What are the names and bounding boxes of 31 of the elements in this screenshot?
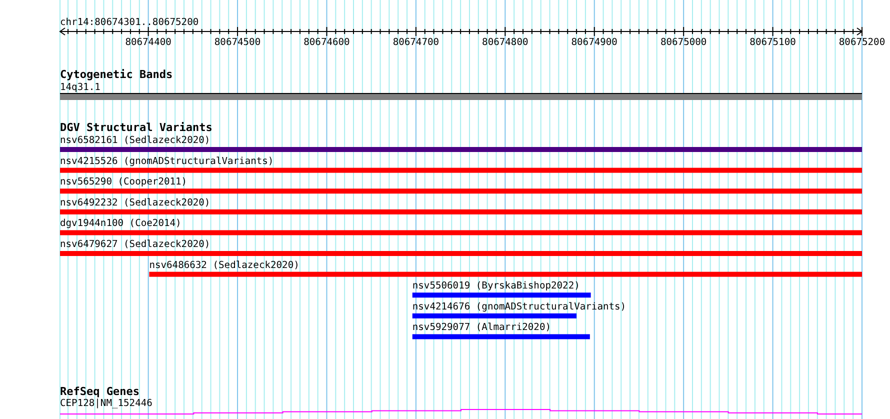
tick-label: 80674700 xyxy=(392,37,440,48)
track-title: DGV Structural Variants xyxy=(60,121,212,134)
variant-label[interactable]: nsv5929077 (Almarri2020) xyxy=(412,322,551,334)
gene-model-drawing[interactable] xyxy=(60,409,862,414)
tick-label: 80674600 xyxy=(304,37,350,48)
variant-label[interactable]: nsv6486632 (Sedlazeck2020) xyxy=(149,260,300,271)
tick-label: 80675200 xyxy=(838,37,886,48)
variant-label[interactable]: nsv6492232 (Sedlazeck2020) xyxy=(60,197,210,208)
variant-label[interactable]: nsv565290 (Cooper2011) xyxy=(60,176,188,188)
variant-label[interactable]: nsv6582161 (Sedlazeck2020) xyxy=(60,135,210,146)
tick-label: 80675000 xyxy=(660,37,707,48)
variant-bar[interactable] xyxy=(412,292,591,298)
variant-label[interactable]: nsv5506019 (ByrskaBishop2022) xyxy=(412,280,580,292)
track-title: RefSeq Genes xyxy=(60,385,140,398)
tick-label: 80674800 xyxy=(482,37,528,48)
tick-label: 80674400 xyxy=(125,37,172,48)
variant-bar[interactable] xyxy=(60,188,862,194)
variant-bar[interactable] xyxy=(412,334,590,340)
tick-label: 80674500 xyxy=(214,37,261,48)
tick-label: 80675100 xyxy=(750,37,796,48)
track-title: Cytogenetic Bands xyxy=(60,68,173,81)
gene-label[interactable]: CEP128|NM_152446 xyxy=(60,398,152,409)
variant-label[interactable]: nsv6479627 (Sedlazeck2020) xyxy=(60,239,210,250)
variant-label[interactable]: nsv4214676 (gnomADStructuralVariants) xyxy=(412,301,626,312)
variant-bar[interactable] xyxy=(412,313,577,318)
variant-bar[interactable] xyxy=(60,209,862,214)
band-label: 14q31.1 xyxy=(60,82,100,93)
variant-label[interactable]: nsv4215526 (gnomADStructuralVariants) xyxy=(60,156,274,167)
range-label: chr14:80674301..80675200 xyxy=(60,17,199,28)
tick-label: 80674900 xyxy=(571,37,618,48)
variant-label[interactable]: dgv1944n100 (Coe2014) xyxy=(60,218,182,230)
